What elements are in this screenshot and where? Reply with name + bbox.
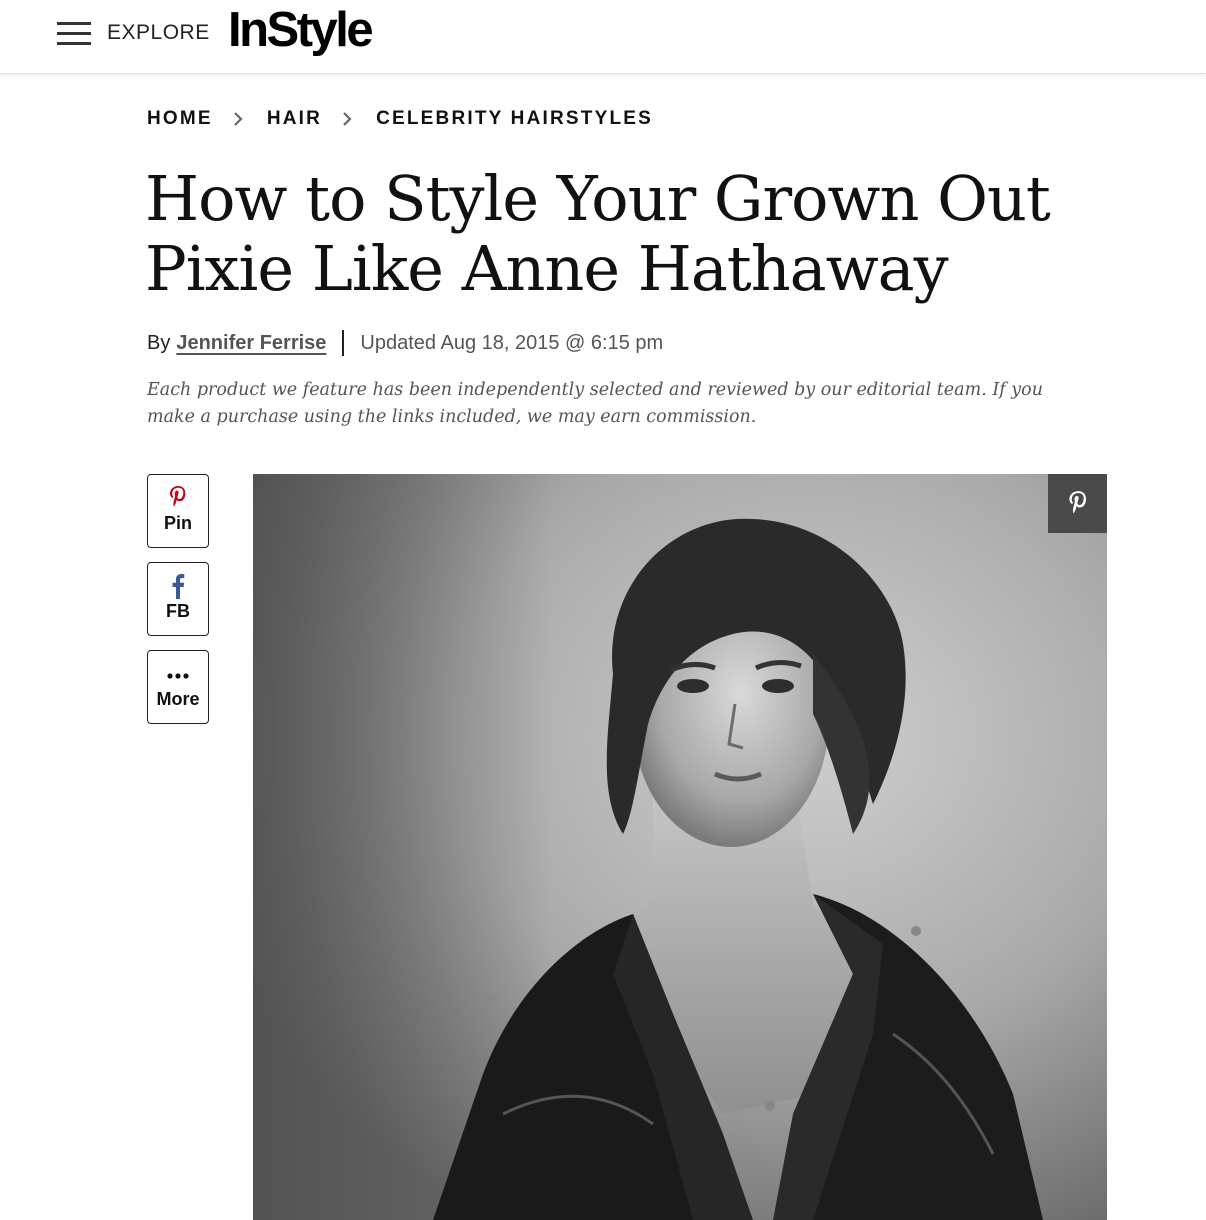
facebook-icon	[172, 574, 185, 599]
more-dots-icon	[167, 673, 189, 679]
top-nav-bar: EXPLORE InStyle	[0, 0, 1206, 74]
pin-label: Pin	[163, 513, 192, 533]
article-title-line-1: How to Style Your Grown Out	[145, 162, 1051, 235]
more-label: More	[156, 689, 200, 709]
pin-share-button[interactable]: Pin	[147, 474, 209, 548]
breadcrumb: HOME HAIR CELEBRITY HAIRSTYLES	[147, 108, 653, 130]
pinterest-icon	[170, 486, 186, 507]
breadcrumb-hair[interactable]: HAIR	[267, 108, 322, 130]
article-title: How to Style Your Grown Out Pixie Like A…	[145, 164, 1085, 304]
hero-photo-illustration	[253, 474, 1107, 1220]
pinterest-icon	[1068, 490, 1086, 513]
updated-timestamp: Updated Aug 18, 2015 @ 6:15 pm	[360, 331, 664, 354]
image-pin-button[interactable]	[1048, 474, 1107, 533]
fb-label: FB	[166, 601, 190, 621]
explore-menu-button[interactable]: EXPLORE	[107, 21, 210, 45]
site-logo[interactable]: InStyle	[228, 2, 374, 58]
affiliate-disclaimer: Each product we feature has been indepen…	[147, 380, 1043, 427]
breadcrumb-celebrity-hairstyles[interactable]: CELEBRITY HAIRSTYLES	[376, 108, 653, 130]
chevron-right-icon	[234, 112, 243, 126]
facebook-share-button[interactable]: FB	[147, 562, 209, 636]
more-share-button[interactable]: More	[147, 650, 209, 724]
chevron-right-icon	[343, 112, 352, 126]
byline-divider	[342, 330, 345, 356]
hamburger-menu-icon[interactable]	[57, 22, 91, 46]
author-link[interactable]: Jennifer Ferrise	[176, 332, 326, 355]
article-hero-image	[253, 474, 1107, 1220]
byline-prefix: By	[147, 331, 171, 354]
byline: By Jennifer Ferrise Updated Aug 18, 2015…	[147, 330, 663, 356]
breadcrumb-home[interactable]: HOME	[147, 108, 213, 130]
article-title-line-2: Pixie Like Anne Hathaway	[145, 232, 949, 305]
